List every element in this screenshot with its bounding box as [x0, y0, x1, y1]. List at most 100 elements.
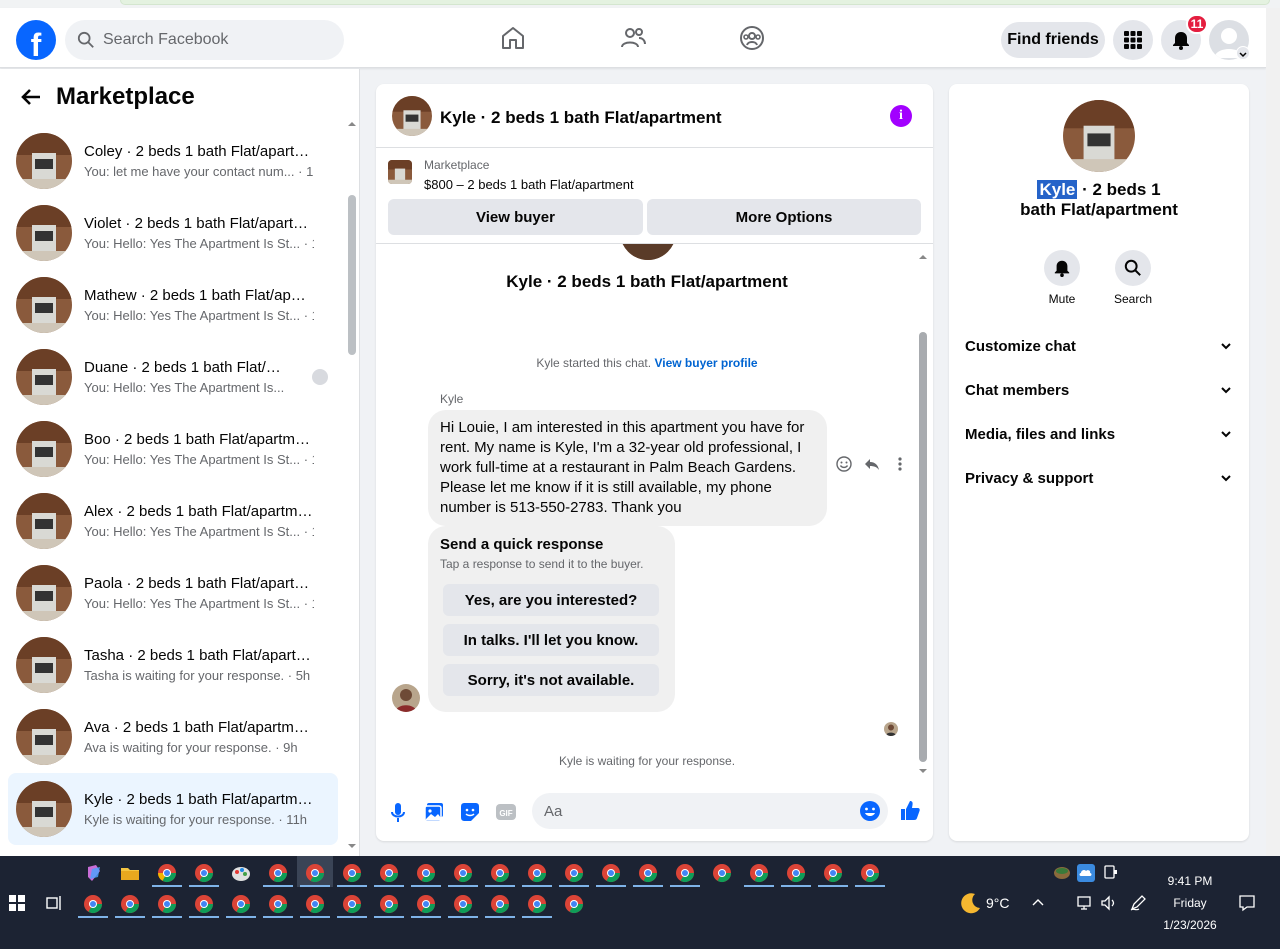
chrome-icon[interactable] — [194, 863, 214, 883]
chrome-icon[interactable] — [231, 894, 251, 914]
chrome-icon[interactable] — [342, 863, 362, 883]
scroll-up-icon[interactable] — [346, 119, 358, 129]
chrome-icon[interactable] — [527, 894, 547, 914]
onedrive-icon[interactable] — [1076, 863, 1096, 883]
reply-icon[interactable] — [864, 456, 880, 472]
list-item[interactable]: Coley · 2 beds 1 bath Flat/apartment You:… — [8, 125, 338, 197]
groups-icon[interactable] — [738, 24, 766, 52]
thumbs-up-icon[interactable] — [899, 799, 921, 821]
chrome-icon[interactable] — [305, 863, 325, 883]
chrome-icon[interactable] — [675, 863, 695, 883]
microphone-icon[interactable] — [387, 801, 409, 823]
customize-chat-row[interactable]: Customize chat — [965, 326, 1233, 366]
facebook-logo[interactable]: f — [16, 20, 56, 60]
notification-center-icon[interactable] — [1238, 894, 1256, 912]
sidebar-scroll-thumb[interactable] — [348, 195, 356, 355]
pen-icon[interactable] — [1129, 894, 1147, 912]
tray-device-icon[interactable] — [1102, 864, 1118, 880]
message-input[interactable] — [544, 802, 844, 820]
search-action[interactable]: Search — [1103, 250, 1163, 306]
chrome-icon[interactable] — [416, 894, 436, 914]
clock-date[interactable]: 1/23/2026 — [1155, 918, 1225, 932]
scroll-down-icon[interactable] — [346, 841, 358, 851]
emoji-icon[interactable] — [859, 800, 881, 822]
page-scrollbar[interactable] — [1266, 8, 1280, 856]
clock-time[interactable]: 9:41 PM — [1160, 874, 1220, 888]
chrome-icon[interactable] — [194, 894, 214, 914]
clock-day[interactable]: Friday — [1160, 896, 1220, 910]
chrome-icon[interactable] — [490, 863, 510, 883]
chat-title[interactable]: Kyle · 2 beds 1 bath Flat/apartment — [440, 108, 722, 128]
chrome-icon[interactable] — [564, 894, 584, 914]
quick-response-not-available[interactable]: Sorry, it's not available. — [443, 664, 659, 696]
list-item[interactable]: Alex · 2 beds 1 bath Flat/apartment You: … — [8, 485, 338, 557]
home-icon[interactable] — [499, 24, 527, 52]
chrome-icon[interactable] — [453, 894, 473, 914]
list-item[interactable]: Tasha · 2 beds 1 bath Flat/apartment Tash… — [8, 629, 338, 701]
weather-temperature[interactable]: 9°C — [986, 895, 1010, 911]
list-item[interactable]: Boo · 2 beds 1 bath Flat/apartment You: H… — [8, 413, 338, 485]
chrome-icon[interactable] — [157, 863, 177, 883]
chrome-icon[interactable] — [453, 863, 473, 883]
quick-response-in-talks[interactable]: In talks. I'll let you know. — [443, 624, 659, 656]
chrome-icon[interactable] — [268, 894, 288, 914]
chrome-icon[interactable] — [379, 894, 399, 914]
list-item-active[interactable]: Kyle · 2 beds 1 bath Flat/apartment Kyle … — [8, 773, 338, 845]
view-buyer-profile-link[interactable]: View buyer profile — [654, 356, 757, 370]
mute-action[interactable]: Mute — [1032, 250, 1092, 306]
info-icon[interactable]: i — [890, 105, 912, 127]
scroll-up-icon[interactable] — [917, 252, 929, 262]
more-vertical-icon[interactable] — [892, 456, 908, 472]
list-item[interactable]: Paola · 2 beds 1 bath Flat/apartment You:… — [8, 557, 338, 629]
find-friends-button[interactable]: Find friends — [1001, 22, 1105, 58]
privacy-support-row[interactable]: Privacy & support — [965, 458, 1233, 498]
chat-scrollbar[interactable] — [917, 252, 929, 773]
chat-scroll-thumb[interactable] — [919, 332, 927, 762]
task-view-icon[interactable] — [45, 894, 63, 912]
media-files-links-row[interactable]: Media, files and links — [965, 414, 1233, 454]
info-listing-avatar[interactable] — [1063, 100, 1135, 172]
scroll-down-icon[interactable] — [917, 766, 929, 776]
chrome-icon[interactable] — [490, 894, 510, 914]
message-bubble[interactable]: Hi Louie, I am interested in this apartm… — [428, 410, 827, 526]
chrome-icon[interactable] — [120, 894, 140, 914]
weather-moon-icon[interactable] — [959, 891, 983, 915]
sticker-icon[interactable] — [459, 801, 481, 823]
chrome-icon[interactable] — [564, 863, 584, 883]
chrome-icon[interactable] — [749, 863, 769, 883]
message-input-box[interactable] — [532, 793, 888, 829]
react-emoji-icon[interactable] — [836, 456, 852, 472]
chrome-icon[interactable] — [860, 863, 880, 883]
photo-icon[interactable] — [423, 801, 445, 823]
chat-members-row[interactable]: Chat members — [965, 370, 1233, 410]
paint-icon[interactable] — [231, 863, 251, 883]
chrome-icon[interactable] — [712, 863, 732, 883]
chat-listing-thumbnail[interactable] — [392, 96, 432, 136]
chrome-icon[interactable] — [823, 863, 843, 883]
menu-button[interactable] — [1113, 20, 1153, 60]
gif-icon[interactable]: GIF — [495, 801, 517, 823]
sidebar-scrollbar[interactable] — [346, 119, 358, 849]
copilot-icon[interactable] — [84, 863, 104, 883]
list-item[interactable]: Mathew · 2 beds 1 bath Flat/apartment You… — [8, 269, 338, 341]
chrome-icon[interactable] — [305, 894, 325, 914]
tray-app-icon[interactable] — [1053, 864, 1071, 882]
chrome-icon[interactable] — [157, 894, 177, 914]
list-item[interactable]: Ava · 2 beds 1 bath Flat/apartment Ava is… — [8, 701, 338, 773]
chrome-icon[interactable] — [638, 863, 658, 883]
listing-price[interactable]: $800 – 2 beds 1 bath Flat/apartment — [424, 177, 634, 192]
list-item[interactable]: Violet · 2 beds 1 bath Flat/apartment You… — [8, 197, 338, 269]
network-icon[interactable] — [1077, 895, 1095, 911]
chrome-icon[interactable] — [268, 863, 288, 883]
chrome-icon[interactable] — [342, 894, 362, 914]
account-chevron-down-icon[interactable] — [1236, 46, 1250, 60]
more-options-button[interactable]: More Options — [647, 199, 921, 235]
chrome-icon[interactable] — [416, 863, 436, 883]
search-input[interactable] — [103, 31, 323, 49]
view-buyer-button[interactable]: View buyer — [388, 199, 643, 235]
buyer-avatar[interactable] — [392, 684, 420, 712]
chrome-icon[interactable] — [786, 863, 806, 883]
chevron-up-icon[interactable] — [1031, 896, 1045, 910]
windows-start-icon[interactable] — [9, 895, 25, 911]
search-box[interactable] — [65, 20, 344, 60]
